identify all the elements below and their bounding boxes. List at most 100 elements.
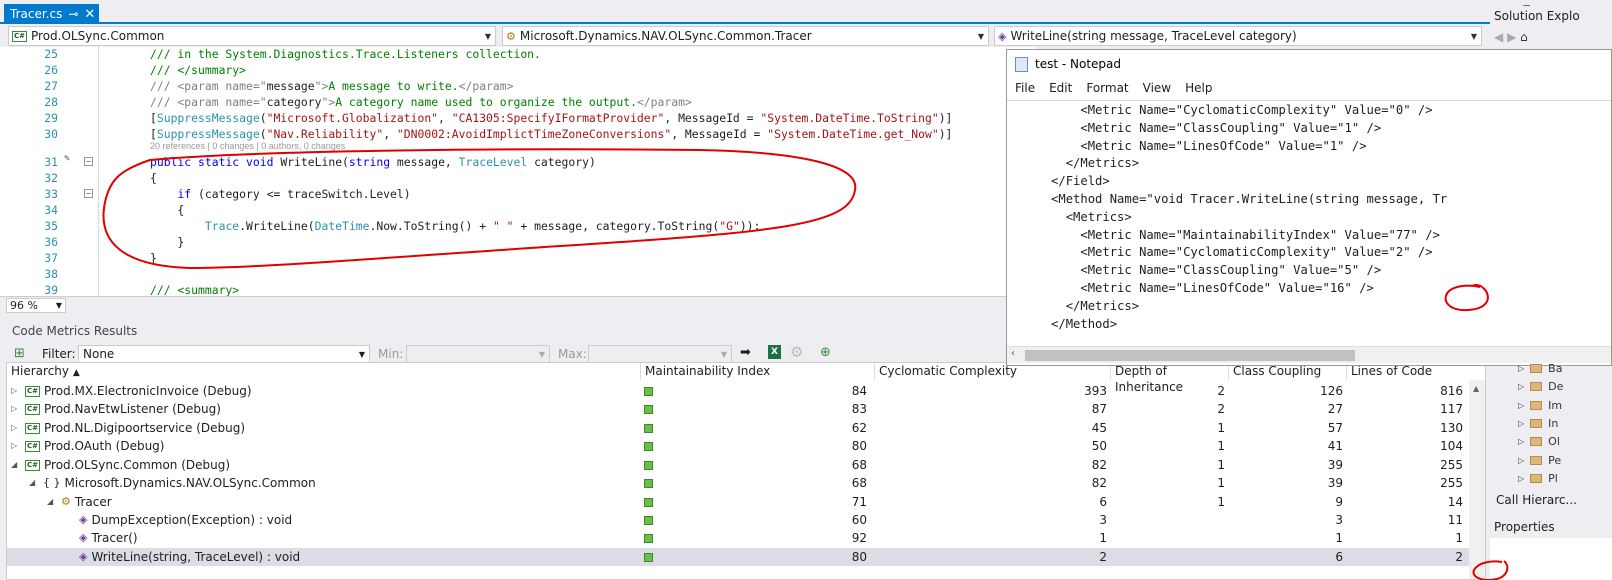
notepad-window[interactable]: test - Notepad File Edit Format View Help <M… — [1006, 49, 1612, 366]
collapse-icon[interactable]: − — [84, 157, 93, 166]
metric-cc-cell: 82 — [1091, 476, 1107, 490]
code-line[interactable]: } — [150, 235, 184, 249]
expand-toggle-icon[interactable]: ▷ — [1518, 401, 1524, 410]
type-dropdown[interactable]: ⚙ Microsoft.Dynamics.NAV.OLSync.Common.T… — [502, 26, 989, 46]
column-header-hierarchy[interactable]: Hierarchy ▲ — [7, 363, 641, 380]
scroll-thumb[interactable] — [1025, 350, 1355, 361]
code-token: } — [150, 235, 185, 249]
home-icon[interactable]: ⌂ — [1520, 30, 1528, 44]
code-line[interactable]: [SuppressMessage("Nav.Reliability", "DN0… — [150, 127, 952, 141]
excel-export-icon[interactable]: X — [768, 345, 781, 359]
call-hierarchy-tab[interactable]: Call Hierarc... — [1490, 491, 1612, 509]
expand-toggle-icon[interactable]: ▷ — [11, 400, 21, 418]
apply-filter-icon[interactable]: ➡ — [740, 345, 751, 360]
code-line[interactable]: [SuppressMessage("Microsoft.Globalizatio… — [150, 111, 952, 125]
code-line[interactable]: if (category <= traceSwitch.Level) — [150, 187, 410, 201]
expand-toggle-icon[interactable]: ▷ — [1518, 437, 1524, 446]
solution-tree-item[interactable]: ▷ In — [1518, 417, 1558, 430]
solution-tree-item[interactable]: ▷ Pl — [1518, 472, 1558, 485]
code-token: , MessageId = — [671, 127, 768, 141]
expand-toggle-icon[interactable]: ▷ — [11, 419, 21, 437]
code-line[interactable]: Trace.WriteLine(DateTime.Now.ToString() … — [150, 219, 761, 233]
table-row[interactable]: ▷ C# Prod.NL.Digipoortservice (Debug) 62 45 1… — [7, 419, 1485, 437]
member-dropdown[interactable]: ◈ WriteLine(string message, TraceLevel c… — [994, 26, 1482, 46]
code-line[interactable]: { — [150, 203, 184, 217]
code-line[interactable]: /// <param name="message">A message to w… — [150, 79, 514, 93]
maintainability-good-icon — [644, 516, 653, 525]
scroll-left-icon[interactable]: ‹ — [1011, 348, 1015, 359]
hierarchy-cell: ▷ C# Prod.MX.ElectronicInvoice (Debug) — [11, 382, 252, 400]
project-dropdown[interactable]: C# Prod.OLSync.Common ▼ — [8, 26, 496, 46]
metric-loc-cell: 255 — [1440, 476, 1463, 490]
expand-toggle-icon[interactable]: ▷ — [1518, 382, 1524, 391]
menu-item-help[interactable]: Help — [1185, 78, 1212, 98]
menu-item-file[interactable]: File — [1015, 78, 1035, 98]
member-label: WriteLine(string message, TraceLevel cat… — [1010, 29, 1297, 43]
grid-scrollbar[interactable]: ▲ — [1469, 380, 1485, 579]
code-line[interactable]: public static void WriteLine(string mess… — [150, 155, 596, 169]
code-token: /// <param name=" — [150, 95, 267, 109]
notepad-line: </Field> — [1007, 174, 1110, 189]
expand-toggle-icon[interactable]: ◢ — [29, 474, 39, 492]
add-column-icon[interactable]: ⊕ — [820, 345, 831, 360]
tab-tracer-cs[interactable]: Tracer.cs ⊸ ✕ — [4, 4, 100, 24]
table-row[interactable]: ◈ WriteLine(string, TraceLevel) : void 80 2… — [7, 548, 1485, 567]
solution-tree-item[interactable]: ▷ Im — [1518, 399, 1562, 412]
table-row[interactable]: ◈ Tracer() 92 1 1 1 — [7, 529, 1485, 547]
code-editor[interactable]: 25 /// in the System.Diagnostics.Trace.Li… — [0, 47, 1035, 296]
expand-toggle-icon[interactable]: ▷ — [1518, 419, 1524, 428]
code-line[interactable]: /// <summary> — [150, 283, 239, 296]
table-row[interactable]: ▷ C# Prod.MX.ElectronicInvoice (Debug) 84 39… — [7, 382, 1485, 400]
solution-tree-item[interactable]: ▷ Pe — [1518, 454, 1561, 467]
solution-explorer-title[interactable]: Solution Explo — [1490, 6, 1612, 26]
metric-loc-cell: 2 — [1455, 550, 1463, 564]
code-token: "CA1305:SpecifyIFormatProvider" — [451, 111, 665, 125]
properties-title[interactable]: Properties — [1490, 517, 1612, 537]
table-row[interactable]: ▷ C# Prod.OAuth (Debug) 80 50 1 41 104 — [7, 437, 1485, 455]
expand-toggle-icon[interactable]: ▷ — [11, 382, 21, 400]
menu-item-format[interactable]: Format — [1086, 78, 1128, 98]
solution-tree-item[interactable]: ▷ Ol — [1518, 435, 1560, 448]
table-row[interactable]: ◢ ⚙ Tracer 71 6 1 9 14 — [7, 493, 1485, 511]
codelens-references[interactable]: 20 references | 0 changes | 0 authors, 0… — [150, 141, 345, 151]
solution-tree-item[interactable]: ▷ Ba — [1518, 362, 1562, 375]
table-row[interactable]: ◢ { } Microsoft.Dynamics.NAV.OLSync.Common… — [7, 474, 1485, 492]
notepad-text-area[interactable]: <Metric Name="CyclomaticComplexity" Valu… — [1007, 100, 1611, 346]
code-line[interactable]: } — [150, 251, 157, 265]
scroll-up-icon[interactable]: ▲ — [1473, 384, 1479, 393]
chevron-down-icon: ▼ — [358, 350, 365, 359]
calculate-metrics-icon[interactable]: ⊞ — [14, 346, 25, 361]
quick-action-icon[interactable]: ✎ — [64, 153, 70, 164]
pin-icon[interactable]: ⊸ — [68, 7, 78, 21]
metric-cp-cell: 39 — [1327, 458, 1343, 472]
expand-toggle-icon[interactable]: ▷ — [1518, 364, 1524, 373]
metrics-grid[interactable]: Hierarchy ▲ Maintainability Index Cyclom… — [6, 362, 1486, 580]
expand-toggle-icon[interactable]: ◢ — [47, 493, 57, 511]
expand-toggle-icon[interactable]: ▷ — [1518, 474, 1524, 483]
code-line[interactable]: { — [150, 171, 157, 185]
notepad-horizontal-scrollbar[interactable]: ‹ — [1007, 346, 1611, 363]
forward-icon[interactable]: ▶ — [1507, 30, 1516, 44]
code-line[interactable]: /// in the System.Diagnostics.Trace.List… — [150, 47, 541, 61]
table-row[interactable]: ▷ C# Prod.NavEtwListener (Debug) 83 87 2 27 117 — [7, 400, 1485, 418]
code-line[interactable]: /// </summary> — [150, 63, 246, 77]
code-line[interactable]: /// <param name="category">A category na… — [150, 95, 692, 109]
column-header-maintainability[interactable]: Maintainability Index — [641, 363, 875, 380]
code-token: TraceLevel — [458, 155, 528, 169]
code-token: [ — [150, 111, 157, 125]
table-row[interactable]: ◈ DumpException(Exception) : void 60 3 3 11 — [7, 511, 1485, 529]
close-icon[interactable]: ✕ — [84, 7, 95, 22]
collapse-icon[interactable]: − — [84, 189, 93, 198]
expand-toggle-icon[interactable]: ▷ — [1518, 456, 1524, 465]
gear-icon[interactable]: ⚙ — [790, 343, 803, 361]
expand-toggle-icon[interactable]: ▷ — [11, 437, 21, 455]
solution-tree-item[interactable]: ▷ De — [1518, 380, 1563, 393]
back-icon[interactable]: ◀ — [1494, 30, 1503, 44]
expand-toggle-icon[interactable]: ◢ — [11, 456, 21, 474]
notepad-line: </Metrics> — [1007, 298, 1140, 313]
table-row[interactable]: ◢ C# Prod.OLSync.Common (Debug) 68 82 1 39 255 — [7, 456, 1485, 474]
zoom-dropdown[interactable]: 96 % ▼ — [6, 298, 66, 313]
menu-item-edit[interactable]: Edit — [1049, 78, 1072, 98]
menu-item-view[interactable]: View — [1143, 78, 1171, 98]
csharp-project-icon: C# — [25, 403, 41, 415]
